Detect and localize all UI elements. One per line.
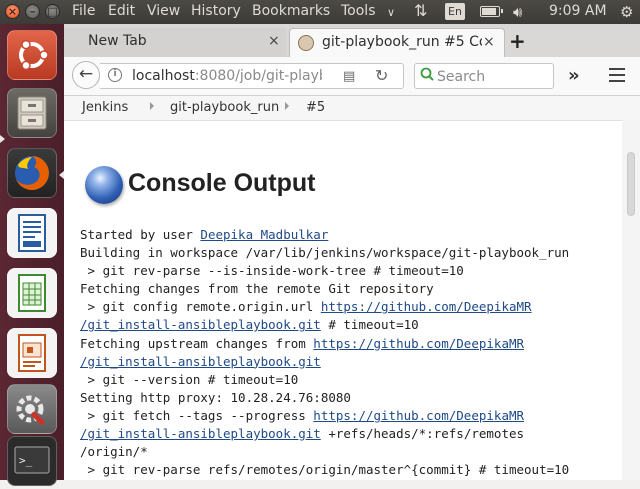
close-icon[interactable]: × xyxy=(268,33,280,49)
launcher-active-pip xyxy=(0,135,5,143)
tab-label: New Tab xyxy=(88,33,147,49)
url-host: localhost xyxy=(132,68,195,84)
menu-overflow-chevron-icon[interactable]: ∨ xyxy=(387,6,395,19)
new-tab-button[interactable]: + xyxy=(509,29,526,53)
scrollbar-thumb[interactable] xyxy=(627,152,635,216)
search-box[interactable] xyxy=(414,63,554,89)
url-path: :8080/job/git-playb xyxy=(194,68,322,84)
launcher: >_ xyxy=(0,24,64,486)
repo-url-link[interactable]: https://github.com/DeepikaMR xyxy=(313,336,524,351)
repo-url-link[interactable]: /git_install-ansibleplaybook.git xyxy=(80,354,321,369)
power-gear-icon[interactable]: ⚙ xyxy=(620,3,633,21)
reload-icon[interactable]: ↻ xyxy=(375,66,388,85)
tab-strip: New Tab × git-playbook_run #5 Co × + xyxy=(64,24,640,57)
back-button[interactable]: ← xyxy=(72,61,100,89)
breadcrumb-jenkins[interactable]: Jenkins xyxy=(82,100,128,115)
clock[interactable]: 9:09 AM xyxy=(549,3,607,19)
menu-file[interactable]: File xyxy=(72,3,95,19)
navigation-toolbar: ← i localhost:8080/job/git-playb ▤ ↻ » xyxy=(64,57,640,96)
url-text[interactable]: localhost:8080/job/git-playb xyxy=(132,68,322,84)
tab-console-output[interactable]: git-playbook_run #5 Co × xyxy=(289,28,505,57)
page-content: Jenkins git-playbook_run #5 Console Outp… xyxy=(64,96,640,480)
system-settings-icon[interactable] xyxy=(7,384,57,434)
window-close-icon[interactable]: × xyxy=(5,4,20,19)
console-output-log: Started by user Deepika Madbulkar Buildi… xyxy=(80,227,570,478)
user-link[interactable]: Deepika Madbulkar xyxy=(200,227,328,242)
breadcrumb-separator-icon xyxy=(285,102,289,110)
libreoffice-calc-icon[interactable] xyxy=(7,268,57,318)
info-icon[interactable]: i xyxy=(108,68,122,82)
top-panel: × – □ File Edit View History Bookmarks T… xyxy=(0,0,640,24)
toolbar-overflow-icon[interactable]: » xyxy=(568,65,580,86)
terminal-icon[interactable]: >_ xyxy=(7,436,57,486)
libreoffice-impress-icon[interactable] xyxy=(7,328,57,378)
menu-view[interactable]: View xyxy=(147,3,180,19)
browser-window: New Tab × git-playbook_run #5 Co × + ← i… xyxy=(64,24,640,480)
url-bar[interactable]: i localhost:8080/job/git-playb ▤ ↻ xyxy=(100,63,404,89)
battery-icon[interactable] xyxy=(480,6,503,17)
page-scrollbar[interactable] xyxy=(622,120,640,480)
menu-bookmarks[interactable]: Bookmarks xyxy=(252,3,330,19)
tab-label: git-playbook_run #5 Co xyxy=(322,34,482,50)
menu-edit[interactable]: Edit xyxy=(108,3,135,19)
svg-text:>_: >_ xyxy=(19,454,33,467)
volume-icon[interactable]: 🔊︎ xyxy=(513,3,522,21)
page-title: Console Output xyxy=(128,169,316,197)
libreoffice-writer-icon[interactable] xyxy=(7,208,57,258)
ubuntu-dash-icon[interactable] xyxy=(7,30,57,80)
keyboard-language-icon[interactable]: En xyxy=(445,3,465,20)
breadcrumb-build[interactable]: #5 xyxy=(306,100,325,115)
breadcrumb-separator-icon xyxy=(150,102,154,110)
repo-url-link[interactable]: /git_install-ansibleplaybook.git xyxy=(80,426,321,441)
hamburger-menu-icon[interactable] xyxy=(609,68,625,82)
arrow-left-icon: ← xyxy=(78,64,94,84)
tab-new-tab[interactable]: New Tab × xyxy=(64,28,286,57)
files-icon[interactable] xyxy=(7,88,57,138)
breadcrumb-job[interactable]: git-playbook_run xyxy=(170,100,279,115)
repo-url-link[interactable]: https://github.com/DeepikaMR xyxy=(321,299,532,314)
window-maximize-icon[interactable]: □ xyxy=(45,4,60,19)
menu-tools[interactable]: Tools xyxy=(341,3,376,19)
console-ball-icon xyxy=(85,166,123,204)
repo-url-link[interactable]: /git_install-ansibleplaybook.git xyxy=(80,317,321,332)
network-arrows-icon[interactable]: ⇅ xyxy=(414,1,427,20)
search-input[interactable] xyxy=(435,66,551,88)
window-minimize-icon[interactable]: – xyxy=(25,4,40,19)
close-icon[interactable]: × xyxy=(483,34,495,50)
firefox-icon[interactable] xyxy=(7,148,57,198)
menu-history[interactable]: History xyxy=(191,3,241,19)
jenkins-favicon-icon xyxy=(298,35,314,51)
reader-view-icon[interactable]: ▤ xyxy=(343,69,355,84)
search-icon xyxy=(420,67,434,81)
breadcrumb: Jenkins git-playbook_run #5 xyxy=(64,96,640,121)
repo-url-link[interactable]: https://github.com/DeepikaMR xyxy=(313,408,524,423)
